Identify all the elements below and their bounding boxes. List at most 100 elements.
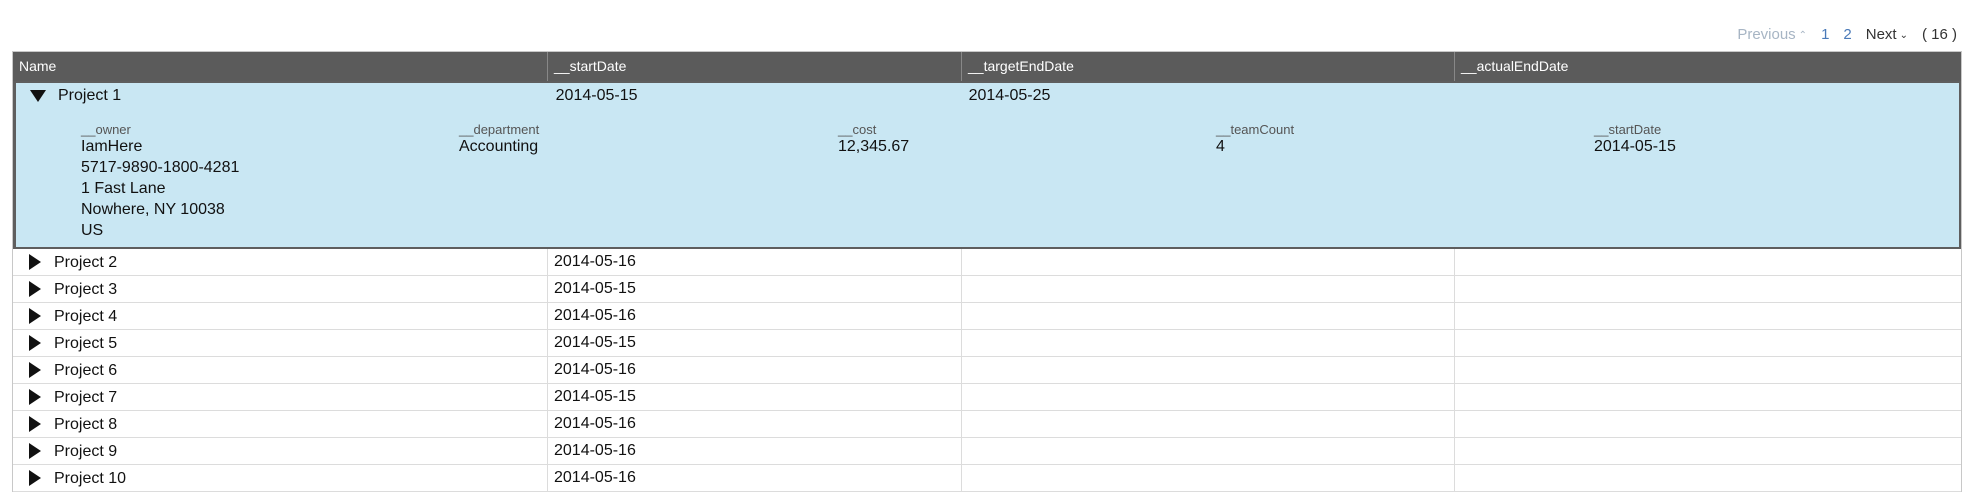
previous-button[interactable]: Previous ⌃ xyxy=(1737,26,1807,43)
expand-triangle-icon[interactable] xyxy=(29,470,41,486)
row-startdate: 2014-05-16 xyxy=(548,303,962,329)
expand-triangle-icon[interactable] xyxy=(29,254,41,270)
row-name-cell[interactable]: Project 8 xyxy=(13,411,548,437)
row-name-cell[interactable]: Project 1 xyxy=(16,83,550,109)
expand-triangle-icon[interactable] xyxy=(29,389,41,405)
row-name: Project 10 xyxy=(54,469,127,487)
row-name-cell[interactable]: Project 4 xyxy=(13,303,548,329)
row-name: Project 3 xyxy=(54,280,118,298)
chevron-down-icon: ⌄ xyxy=(1899,29,1908,41)
row-startdate: 2014-05-15 xyxy=(548,330,962,356)
table-row[interactable]: Project 8 2014-05-16 xyxy=(13,411,1961,438)
expand-triangle-icon[interactable] xyxy=(29,308,41,324)
table-header: Name __startDate __targetEndDate __actua… xyxy=(13,52,1961,81)
expand-triangle-icon[interactable] xyxy=(29,281,41,297)
row-actualenddate xyxy=(1454,83,1959,109)
row-name: Project 9 xyxy=(54,442,118,460)
table-row[interactable]: Project 10 2014-05-16 xyxy=(13,465,1961,492)
row-targetenddate xyxy=(962,357,1455,383)
row-targetenddate xyxy=(962,303,1455,329)
table-row[interactable]: Project 2 2014-05-16 xyxy=(13,249,1961,276)
previous-label: Previous xyxy=(1737,25,1796,43)
detail-owner-line: IamHere xyxy=(81,138,143,155)
detail-owner-line: Nowhere, NY 10038 xyxy=(81,201,225,218)
page-1-link[interactable]: 1 xyxy=(1821,26,1829,43)
row-targetenddate xyxy=(962,465,1455,491)
row-name-cell[interactable]: Project 9 xyxy=(13,438,548,464)
column-header-startdate[interactable]: __startDate xyxy=(548,52,962,81)
row-startdate: 2014-05-16 xyxy=(548,411,962,437)
page-2-link[interactable]: 2 xyxy=(1843,26,1851,43)
next-button[interactable]: Next ⌄ xyxy=(1866,26,1908,43)
table-row[interactable]: Project 5 2014-05-15 xyxy=(13,330,1961,357)
next-label: Next xyxy=(1865,25,1897,43)
row-targetenddate xyxy=(962,276,1455,302)
row-startdate: 2014-05-16 xyxy=(548,438,962,464)
project-table: Name __startDate __targetEndDate __actua… xyxy=(12,51,1962,492)
detail-owner: __owner IamHere 5717-9890-1800-4281 1 Fa… xyxy=(81,123,239,241)
expand-triangle-icon[interactable] xyxy=(29,416,41,432)
row-targetenddate xyxy=(962,330,1455,356)
row-startdate: 2014-05-15 xyxy=(548,384,962,410)
row-startdate: 2014-05-15 xyxy=(555,87,638,104)
detail-department: __department Accounting xyxy=(459,123,539,157)
detail-owner-line: 5717-9890-1800-4281 xyxy=(81,159,240,176)
row-name-cell[interactable]: Project 2 xyxy=(13,249,548,275)
table-row[interactable]: Project 7 2014-05-15 xyxy=(13,384,1961,411)
row-targetenddate xyxy=(962,384,1455,410)
column-header-name[interactable]: Name xyxy=(13,52,548,81)
row-name-cell[interactable]: Project 6 xyxy=(13,357,548,383)
expand-triangle-icon[interactable] xyxy=(29,443,41,459)
row-name: Project 2 xyxy=(54,253,118,271)
collapse-triangle-icon[interactable] xyxy=(30,90,46,102)
row-name-cell[interactable]: Project 7 xyxy=(13,384,548,410)
row-name-cell[interactable]: Project 3 xyxy=(13,276,548,302)
row-actualenddate xyxy=(1455,438,1961,464)
row-name: Project 1 xyxy=(58,87,122,104)
table-row[interactable]: Project 3 2014-05-15 xyxy=(13,276,1961,303)
detail-startdate-label: __startDate xyxy=(1594,122,1662,137)
detail-teamcount-label: __teamCount xyxy=(1216,122,1295,137)
row-name: Project 8 xyxy=(54,415,118,433)
table-row[interactable]: Project 9 2014-05-16 xyxy=(13,438,1961,465)
row-targetenddate xyxy=(962,438,1455,464)
row-startdate: 2014-05-16 xyxy=(548,465,962,491)
row-targetenddate xyxy=(962,411,1455,437)
row-name: Project 7 xyxy=(54,388,118,406)
row-name-cell[interactable]: Project 5 xyxy=(13,330,548,356)
detail-teamcount-value: 4 xyxy=(1216,138,1225,155)
detail-cost-label: __cost xyxy=(838,122,877,137)
expanded-row[interactable]: Project 1 2014-05-15 2014-05-25 __owner … xyxy=(13,81,1961,249)
detail-teamcount: __teamCount 4 xyxy=(1216,123,1294,157)
row-name-cell[interactable]: Project 10 xyxy=(13,465,548,491)
row-actualenddate xyxy=(1455,384,1961,410)
total-count: ( 16 ) xyxy=(1921,25,1957,43)
pagination: Previous ⌃ 1 2 Next ⌄ ( 16 ) xyxy=(1723,24,1957,44)
detail-owner-line: US xyxy=(81,222,104,239)
row-targetenddate: 2014-05-25 xyxy=(968,87,1051,104)
row-actualenddate xyxy=(1455,465,1961,491)
expand-triangle-icon[interactable] xyxy=(29,335,41,351)
row-actualenddate xyxy=(1455,276,1961,302)
row-actualenddate xyxy=(1455,357,1961,383)
detail-startdate-value: 2014-05-15 xyxy=(1594,138,1676,155)
expand-triangle-icon[interactable] xyxy=(29,362,41,378)
row-startdate: 2014-05-15 xyxy=(548,276,962,302)
detail-department-label: __department xyxy=(459,122,540,137)
detail-owner-label: __owner xyxy=(81,122,131,137)
table-row[interactable]: Project 4 2014-05-16 xyxy=(13,303,1961,330)
detail-owner-line: 1 Fast Lane xyxy=(81,180,166,197)
row-startdate: 2014-05-16 xyxy=(548,357,962,383)
row-targetenddate xyxy=(962,249,1455,275)
row-name: Project 5 xyxy=(54,334,118,352)
detail-cost-value: 12,345.67 xyxy=(838,138,910,155)
row-name: Project 4 xyxy=(54,307,118,325)
detail-startdate: __startDate 2014-05-15 xyxy=(1594,123,1676,157)
row-actualenddate xyxy=(1455,330,1961,356)
row-detail-panel: __owner IamHere 5717-9890-1800-4281 1 Fa… xyxy=(16,109,1959,247)
row-actualenddate xyxy=(1455,303,1961,329)
column-header-targetenddate[interactable]: __targetEndDate xyxy=(962,52,1455,81)
table-row[interactable]: Project 6 2014-05-16 xyxy=(13,357,1961,384)
row-actualenddate xyxy=(1455,249,1961,275)
column-header-actualenddate[interactable]: __actualEndDate xyxy=(1455,52,1961,81)
